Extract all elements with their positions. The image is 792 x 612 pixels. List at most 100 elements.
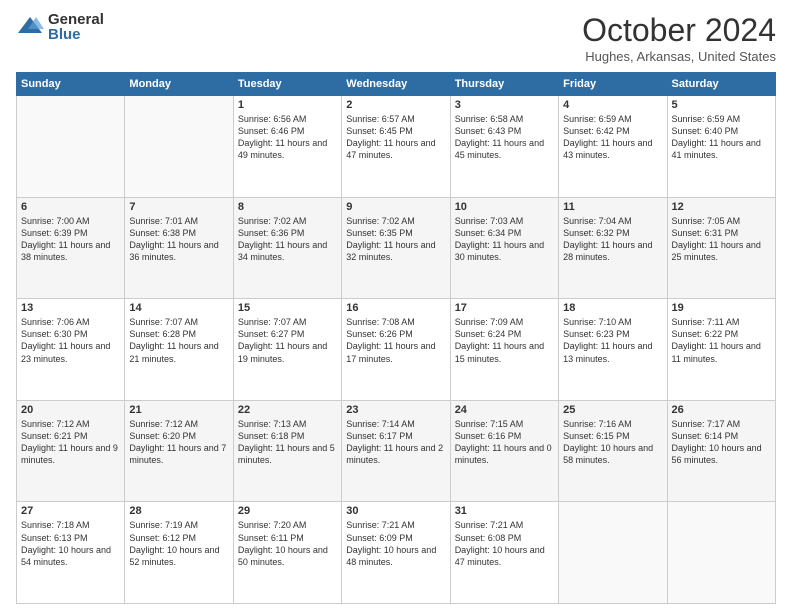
table-row: 2 Sunrise: 6:57 AMSunset: 6:45 PMDaylight… — [342, 96, 450, 198]
cell-info: Sunrise: 7:17 AMSunset: 6:14 PMDaylight:… — [672, 418, 771, 467]
header: General Blue October 2024 Hughes, Arkans… — [16, 12, 776, 64]
day-number: 9 — [346, 201, 445, 213]
day-number: 7 — [129, 201, 228, 213]
table-row: 25 Sunrise: 7:16 AMSunset: 6:15 PMDayligh… — [559, 400, 667, 502]
table-row: 26 Sunrise: 7:17 AMSunset: 6:14 PMDayligh… — [667, 400, 775, 502]
cell-info: Sunrise: 6:56 AMSunset: 6:46 PMDaylight:… — [238, 113, 337, 162]
day-number: 27 — [21, 505, 120, 517]
cell-info: Sunrise: 7:04 AMSunset: 6:32 PMDaylight:… — [563, 215, 662, 264]
table-row — [17, 96, 125, 198]
day-number: 20 — [21, 404, 120, 416]
col-friday: Friday — [559, 73, 667, 96]
table-row: 22 Sunrise: 7:13 AMSunset: 6:18 PMDayligh… — [233, 400, 341, 502]
col-sunday: Sunday — [17, 73, 125, 96]
table-row: 28 Sunrise: 7:19 AMSunset: 6:12 PMDayligh… — [125, 502, 233, 604]
col-saturday: Saturday — [667, 73, 775, 96]
page: General Blue October 2024 Hughes, Arkans… — [0, 0, 792, 612]
table-row: 31 Sunrise: 7:21 AMSunset: 6:08 PMDayligh… — [450, 502, 558, 604]
cell-info: Sunrise: 7:12 AMSunset: 6:20 PMDaylight:… — [129, 418, 228, 467]
cell-info: Sunrise: 7:07 AMSunset: 6:28 PMDaylight:… — [129, 316, 228, 365]
calendar-week-row: 6 Sunrise: 7:00 AMSunset: 6:39 PMDaylight… — [17, 197, 776, 299]
calendar-week-row: 27 Sunrise: 7:18 AMSunset: 6:13 PMDayligh… — [17, 502, 776, 604]
table-row: 7 Sunrise: 7:01 AMSunset: 6:38 PMDaylight… — [125, 197, 233, 299]
title-block: October 2024 Hughes, Arkansas, United St… — [582, 12, 776, 64]
col-tuesday: Tuesday — [233, 73, 341, 96]
day-number: 17 — [455, 302, 554, 314]
cell-info: Sunrise: 6:57 AMSunset: 6:45 PMDaylight:… — [346, 113, 445, 162]
cell-info: Sunrise: 7:02 AMSunset: 6:35 PMDaylight:… — [346, 215, 445, 264]
day-number: 6 — [21, 201, 120, 213]
day-number: 25 — [563, 404, 662, 416]
calendar-week-row: 20 Sunrise: 7:12 AMSunset: 6:21 PMDayligh… — [17, 400, 776, 502]
table-row: 17 Sunrise: 7:09 AMSunset: 6:24 PMDayligh… — [450, 299, 558, 401]
cell-info: Sunrise: 7:12 AMSunset: 6:21 PMDaylight:… — [21, 418, 120, 467]
cell-info: Sunrise: 7:10 AMSunset: 6:23 PMDaylight:… — [563, 316, 662, 365]
day-number: 26 — [672, 404, 771, 416]
table-row: 19 Sunrise: 7:11 AMSunset: 6:22 PMDayligh… — [667, 299, 775, 401]
day-number: 30 — [346, 505, 445, 517]
cell-info: Sunrise: 7:16 AMSunset: 6:15 PMDaylight:… — [563, 418, 662, 467]
cell-info: Sunrise: 7:08 AMSunset: 6:26 PMDaylight:… — [346, 316, 445, 365]
day-number: 19 — [672, 302, 771, 314]
table-row: 5Sunrise: 6:59 AMSunset: 6:40 PMDaylight… — [667, 96, 775, 198]
cell-info: Sunrise: 7:18 AMSunset: 6:13 PMDaylight:… — [21, 519, 120, 568]
day-number: 24 — [455, 404, 554, 416]
day-number: 2 — [346, 99, 445, 111]
table-row: 10 Sunrise: 7:03 AMSunset: 6:34 PMDayligh… — [450, 197, 558, 299]
day-number: 16 — [346, 302, 445, 314]
day-number: 22 — [238, 404, 337, 416]
table-row: 11 Sunrise: 7:04 AMSunset: 6:32 PMDayligh… — [559, 197, 667, 299]
table-row: 12 Sunrise: 7:05 AMSunset: 6:31 PMDayligh… — [667, 197, 775, 299]
table-row: 6 Sunrise: 7:00 AMSunset: 6:39 PMDaylight… — [17, 197, 125, 299]
table-row — [559, 502, 667, 604]
logo-icon — [16, 13, 44, 41]
day-number: 4 — [563, 99, 662, 111]
cell-info: Sunrise: 7:09 AMSunset: 6:24 PMDaylight:… — [455, 316, 554, 365]
logo-blue-text: Blue — [48, 27, 104, 42]
cell-info: Sunrise: 7:02 AMSunset: 6:36 PMDaylight:… — [238, 215, 337, 264]
table-row: 3Sunrise: 6:58 AMSunset: 6:43 PMDaylight… — [450, 96, 558, 198]
table-row: 13 Sunrise: 7:06 AMSunset: 6:30 PMDayligh… — [17, 299, 125, 401]
cell-info: Sunrise: 7:13 AMSunset: 6:18 PMDaylight:… — [238, 418, 337, 467]
cell-info: Sunrise: 7:11 AMSunset: 6:22 PMDaylight:… — [672, 316, 771, 365]
calendar-header-row: Sunday Monday Tuesday Wednesday Thursday… — [17, 73, 776, 96]
table-row: 29Sunrise: 7:20 AMSunset: 6:11 PMDayligh… — [233, 502, 341, 604]
table-row: 14Sunrise: 7:07 AMSunset: 6:28 PMDayligh… — [125, 299, 233, 401]
calendar-week-row: 13 Sunrise: 7:06 AMSunset: 6:30 PMDayligh… — [17, 299, 776, 401]
logo-general-text: General — [48, 12, 104, 27]
day-number: 11 — [563, 201, 662, 213]
cell-info: Sunrise: 6:59 AMSunset: 6:42 PMDaylight:… — [563, 113, 662, 162]
cell-info: Sunrise: 7:06 AMSunset: 6:30 PMDaylight:… — [21, 316, 120, 365]
cell-info: Sunrise: 7:21 AMSunset: 6:08 PMDaylight:… — [455, 519, 554, 568]
location-text: Hughes, Arkansas, United States — [582, 49, 776, 64]
day-number: 18 — [563, 302, 662, 314]
table-row: 18 Sunrise: 7:10 AMSunset: 6:23 PMDayligh… — [559, 299, 667, 401]
cell-info: Sunrise: 7:19 AMSunset: 6:12 PMDaylight:… — [129, 519, 228, 568]
day-number: 10 — [455, 201, 554, 213]
cell-info: Sunrise: 7:14 AMSunset: 6:17 PMDaylight:… — [346, 418, 445, 467]
table-row — [125, 96, 233, 198]
cell-info: Sunrise: 6:58 AMSunset: 6:43 PMDaylight:… — [455, 113, 554, 162]
col-monday: Monday — [125, 73, 233, 96]
day-number: 15 — [238, 302, 337, 314]
table-row: 27 Sunrise: 7:18 AMSunset: 6:13 PMDayligh… — [17, 502, 125, 604]
col-thursday: Thursday — [450, 73, 558, 96]
cell-info: Sunrise: 7:00 AMSunset: 6:39 PMDaylight:… — [21, 215, 120, 264]
cell-info: Sunrise: 7:05 AMSunset: 6:31 PMDaylight:… — [672, 215, 771, 264]
cell-info: Sunrise: 7:03 AMSunset: 6:34 PMDaylight:… — [455, 215, 554, 264]
day-number: 13 — [21, 302, 120, 314]
day-number: 1 — [238, 99, 337, 111]
table-row: 20 Sunrise: 7:12 AMSunset: 6:21 PMDayligh… — [17, 400, 125, 502]
table-row: 4 Sunrise: 6:59 AMSunset: 6:42 PMDaylight… — [559, 96, 667, 198]
cell-info: Sunrise: 7:15 AMSunset: 6:16 PMDaylight:… — [455, 418, 554, 467]
table-row: 30Sunrise: 7:21 AMSunset: 6:09 PMDayligh… — [342, 502, 450, 604]
day-number: 31 — [455, 505, 554, 517]
cell-info: Sunrise: 7:01 AMSunset: 6:38 PMDaylight:… — [129, 215, 228, 264]
day-number: 5 — [672, 99, 771, 111]
table-row: 9 Sunrise: 7:02 AMSunset: 6:35 PMDaylight… — [342, 197, 450, 299]
table-row: 16 Sunrise: 7:08 AMSunset: 6:26 PMDayligh… — [342, 299, 450, 401]
day-number: 28 — [129, 505, 228, 517]
calendar-week-row: 1 Sunrise: 6:56 AMSunset: 6:46 PMDaylight… — [17, 96, 776, 198]
cell-info: Sunrise: 7:07 AMSunset: 6:27 PMDaylight:… — [238, 316, 337, 365]
day-number: 12 — [672, 201, 771, 213]
